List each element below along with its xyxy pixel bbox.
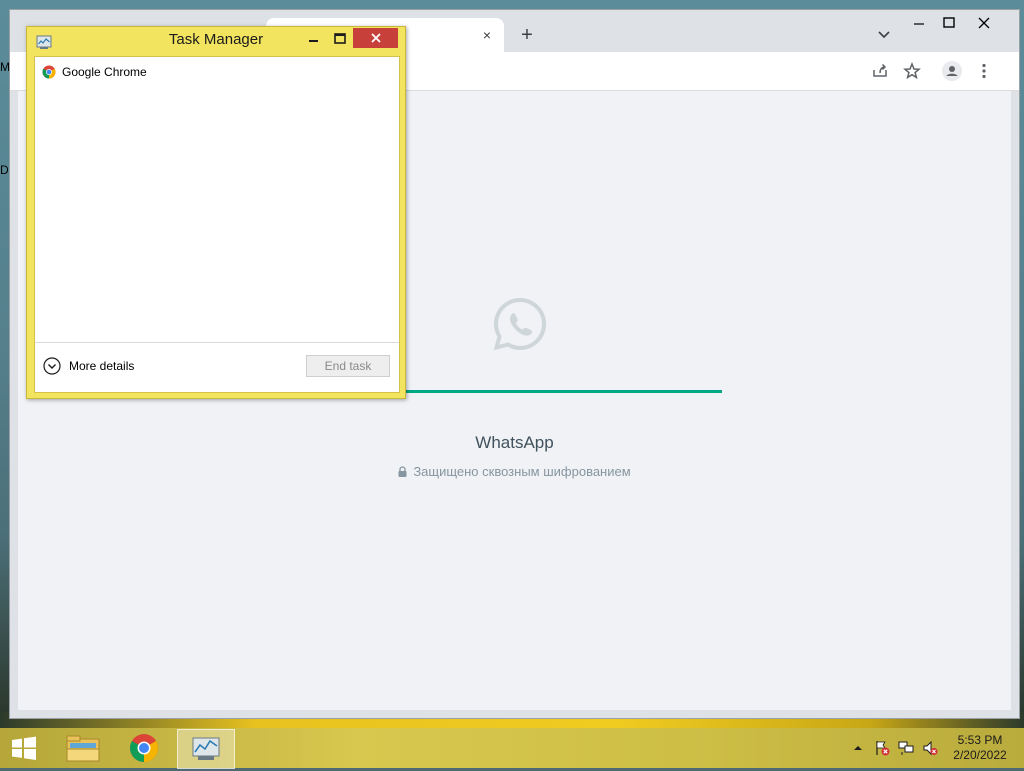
close-icon[interactable]: [969, 12, 999, 34]
tab-close-icon[interactable]: ×: [478, 26, 496, 44]
process-name: Google Chrome: [62, 65, 147, 79]
tab-search-chevron-icon[interactable]: [876, 26, 892, 42]
chevron-down-circle-icon: [43, 357, 61, 375]
more-menu-icon[interactable]: [974, 61, 994, 81]
chrome-icon: [130, 734, 158, 762]
task-manager-icon: [192, 737, 220, 760]
taskbar-clock[interactable]: 5:53 PM 2/20/2022: [942, 733, 1018, 763]
show-hidden-icons-icon[interactable]: [850, 740, 866, 756]
minimize-icon[interactable]: [904, 12, 934, 34]
desktop-icon-label-fragment: D: [0, 163, 9, 177]
page-title: WhatsApp: [475, 433, 554, 452]
taskbar-chrome[interactable]: [116, 729, 172, 767]
windows-start-icon[interactable]: [10, 736, 38, 760]
end-task-button[interactable]: End task: [306, 355, 390, 377]
loading-progress-bar: [400, 390, 722, 393]
task-manager-window: Task Manager Google Chrome More details …: [26, 26, 406, 399]
chrome-icon: [42, 65, 56, 79]
minimize-icon[interactable]: [301, 29, 327, 49]
profile-avatar-icon[interactable]: [942, 61, 962, 81]
action-center-flag-icon[interactable]: [874, 740, 890, 756]
close-button[interactable]: [353, 28, 398, 48]
task-manager-body: Google Chrome More details End task: [34, 56, 400, 393]
network-icon[interactable]: [898, 740, 914, 756]
process-list: Google Chrome: [35, 57, 399, 343]
clock-time: 5:53 PM: [957, 733, 1003, 747]
encryption-notice: Защищено сквозным шифрованием: [18, 464, 1011, 479]
lock-icon: [398, 466, 407, 477]
encryption-notice-text: Защищено сквозным шифрованием: [413, 464, 631, 479]
volume-muted-icon[interactable]: [922, 740, 938, 756]
maximize-icon[interactable]: [327, 29, 353, 49]
maximize-icon[interactable]: [934, 12, 964, 34]
bookmark-star-icon[interactable]: [902, 61, 922, 81]
taskbar-file-explorer[interactable]: [55, 729, 111, 767]
loading-progress-fill: [400, 390, 722, 393]
more-details-toggle[interactable]: More details: [43, 357, 134, 375]
file-explorer-icon: [66, 735, 100, 762]
clock-date: 2/20/2022: [953, 748, 1007, 762]
taskbar-task-manager[interactable]: [177, 729, 235, 769]
new-tab-button[interactable]: +: [517, 25, 537, 45]
more-details-label: More details: [69, 359, 135, 373]
close-icon: [370, 33, 381, 43]
whatsapp-logo-icon: [493, 297, 547, 351]
list-item[interactable]: Google Chrome: [42, 64, 147, 80]
taskbar: 5:53 PM 2/20/2022: [0, 728, 1024, 769]
desktop-icon-label-fragment: M: [0, 60, 10, 74]
share-icon[interactable]: [870, 61, 890, 81]
